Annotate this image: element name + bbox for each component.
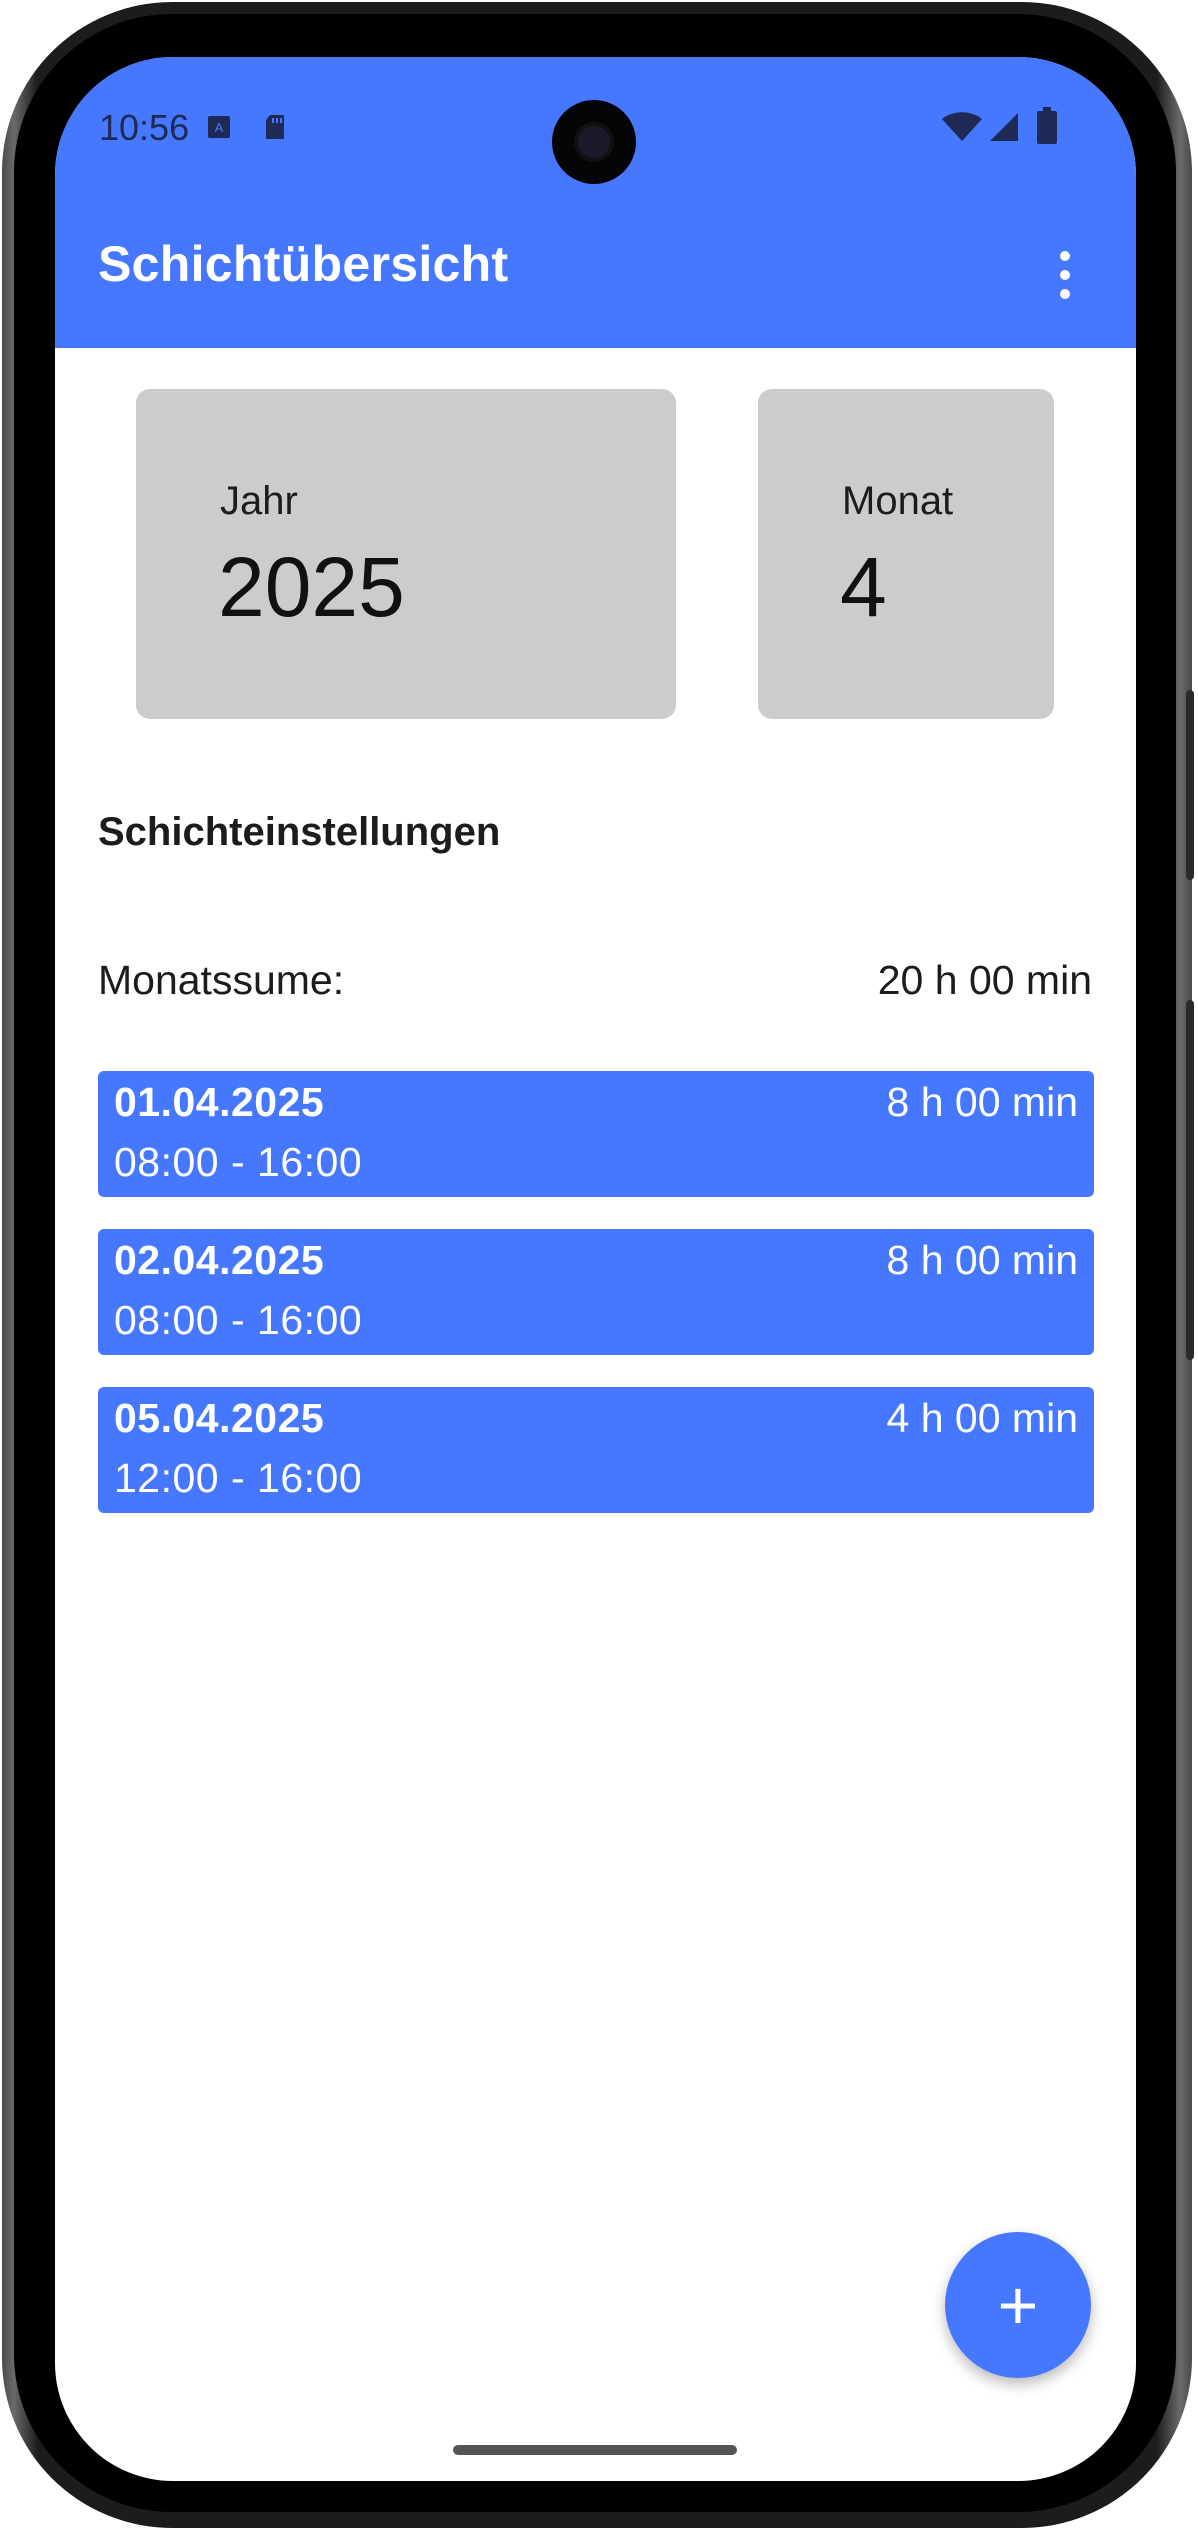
section-title: Schichteinstellungen: [98, 810, 501, 854]
year-label: Jahr: [220, 479, 298, 523]
keyboard-status-icon: A: [208, 116, 230, 138]
app-bar: 10:56 A Schichtübersicht: [55, 57, 1136, 348]
front-camera: [552, 100, 636, 184]
wifi-icon: [942, 112, 982, 141]
shift-duration: 8 h 00 min: [886, 1237, 1078, 1283]
shift-duration: 8 h 00 min: [886, 1079, 1078, 1125]
sd-card-icon: [266, 115, 284, 139]
shift-item[interactable]: 05.04.2025 4 h 00 min 12:00 - 16:00: [98, 1387, 1094, 1513]
signal-icon: [990, 113, 1018, 141]
status-time: 10:56: [99, 107, 190, 148]
more-vert-icon[interactable]: [1045, 247, 1085, 303]
month-label: Monat: [842, 479, 954, 523]
shift-time: 08:00 - 16:00: [114, 1139, 363, 1185]
shift-date: 05.04.2025: [114, 1395, 325, 1441]
device-frame: 10:56 A Schichtübersicht Jahr 2025 Monat…: [0, 0, 1198, 2531]
year-picker[interactable]: Jahr 2025: [136, 389, 676, 719]
home-indicator[interactable]: [453, 2445, 737, 2455]
add-icon: +: [997, 2266, 1039, 2344]
shift-date: 02.04.2025: [114, 1237, 325, 1283]
shift-item[interactable]: 01.04.2025 8 h 00 min 08:00 - 16:00: [98, 1071, 1094, 1197]
battery-icon: [1037, 107, 1057, 144]
month-sum-value: 20 h 00 min: [877, 957, 1092, 1003]
year-value: 2025: [218, 540, 405, 634]
svg-text:A: A: [215, 120, 224, 135]
month-value: 4: [840, 540, 887, 634]
volume-button: [1186, 1000, 1194, 1360]
screen: 10:56 A Schichtübersicht Jahr 2025 Monat…: [55, 57, 1136, 2481]
month-sum-label: Monatssume:: [98, 957, 345, 1003]
shift-time: 08:00 - 16:00: [114, 1297, 363, 1343]
app-title: Schichtübersicht: [98, 236, 509, 292]
shift-duration: 4 h 00 min: [886, 1395, 1078, 1441]
power-button: [1186, 690, 1194, 880]
add-shift-button[interactable]: +: [945, 2232, 1091, 2378]
shift-item[interactable]: 02.04.2025 8 h 00 min 08:00 - 16:00: [98, 1229, 1094, 1355]
month-picker[interactable]: Monat 4: [758, 389, 1054, 719]
shift-time: 12:00 - 16:00: [114, 1455, 363, 1501]
shift-date: 01.04.2025: [114, 1079, 325, 1125]
